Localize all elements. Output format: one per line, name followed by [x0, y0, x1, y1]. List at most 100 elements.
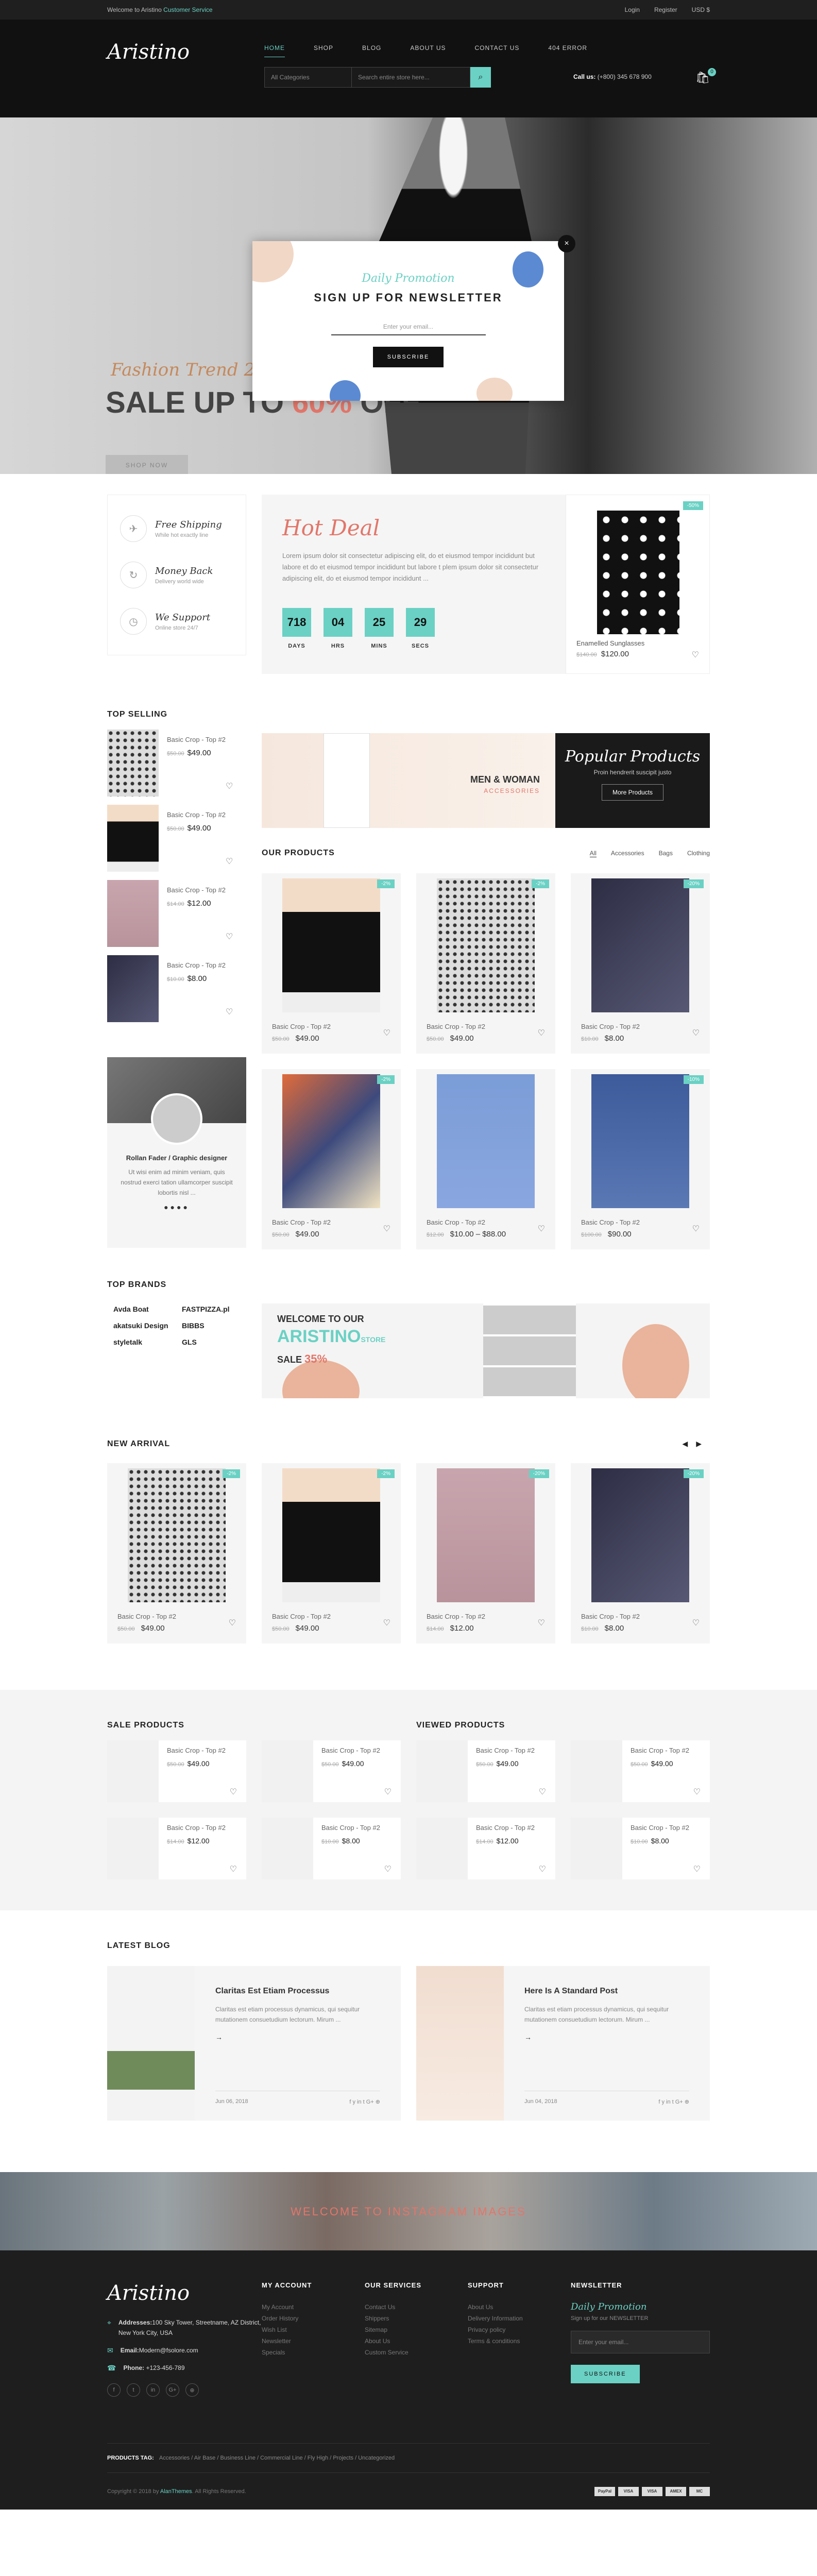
facebook-icon[interactable]: f	[107, 2383, 121, 2397]
product-image[interactable]	[107, 1818, 159, 1879]
brand-logo[interactable]: GLS	[182, 1338, 240, 1346]
footer-link[interactable]: Contact Us	[365, 2301, 468, 2313]
product-image[interactable]	[597, 511, 679, 634]
tab-accessories[interactable]: Accessories	[611, 850, 644, 857]
product-card[interactable]: -20% Basic Crop - Top #2 $10.00 $8.00 ♡	[571, 873, 710, 1054]
next-arrow-icon[interactable]: ▶	[696, 1439, 710, 1448]
tab-clothing[interactable]: Clothing	[687, 850, 710, 857]
list-item[interactable]: Basic Crop - Top #2 $10.00 $8.00 ♡	[571, 1818, 710, 1879]
footer-link[interactable]: Delivery Information	[468, 2313, 571, 2324]
footer-email-input[interactable]: Enter your email...	[571, 2331, 710, 2353]
tab-all[interactable]: All	[589, 850, 597, 857]
footer-link[interactable]: Privacy policy	[468, 2324, 571, 2335]
product-image[interactable]	[262, 1818, 313, 1879]
twitter-icon[interactable]: t	[127, 2383, 140, 2397]
list-item[interactable]: Basic Crop - Top #2 $14.00 $12.00 ♡	[107, 1818, 246, 1879]
wishlist-heart-icon[interactable]: ♡	[693, 1864, 701, 1874]
wishlist-heart-icon[interactable]: ♡	[226, 931, 233, 942]
product-card[interactable]: -2% Basic Crop - Top #2 $50.00 $49.00 ♡	[262, 873, 401, 1054]
wishlist-heart-icon[interactable]: ♡	[383, 1618, 390, 1628]
list-item[interactable]: Basic Crop - Top #2 $14.00 $12.00 ♡	[107, 880, 246, 951]
product-image[interactable]	[107, 730, 159, 796]
brand-logo[interactable]: Avda Boat	[113, 1305, 172, 1313]
wishlist-heart-icon[interactable]: ♡	[383, 1028, 390, 1038]
footer-link[interactable]: Shippers	[365, 2313, 468, 2324]
wishlist-heart-icon[interactable]: ♡	[538, 1224, 545, 1234]
product-card[interactable]: -10% Basic Crop - Top #2 $100.00 $90.00 ♡	[571, 1069, 710, 1249]
share-icons[interactable]: f y in t G+ ⊕	[658, 2098, 689, 2105]
footer-link[interactable]: Custom Service	[365, 2347, 468, 2358]
footer-subscribe-button[interactable]: SUBSCRIBE	[571, 2365, 640, 2383]
wishlist-heart-icon[interactable]: ♡	[384, 1864, 392, 1874]
product-image[interactable]	[416, 1818, 468, 1879]
search-button[interactable]: ⌕	[470, 67, 491, 88]
wishlist-heart-icon[interactable]: ♡	[693, 1787, 701, 1797]
nav-shop[interactable]: Shop	[314, 44, 333, 57]
login-link[interactable]: Login	[625, 6, 640, 13]
footer-link[interactable]: My Account	[262, 2301, 365, 2313]
nav-404[interactable]: 404 Error	[548, 44, 587, 57]
list-item[interactable]: Basic Crop - Top #2 $14.00 $12.00 ♡	[416, 1818, 555, 1879]
wishlist-heart-icon[interactable]: ♡	[692, 1028, 700, 1038]
product-card[interactable]: Basic Crop - Top #2 $12.00 $10.00 – $88.00…	[416, 1069, 555, 1249]
search-input[interactable]: Search entire store here...	[352, 67, 470, 88]
site-logo[interactable]: Aristino	[107, 40, 190, 64]
footer-link[interactable]: About Us	[468, 2301, 571, 2313]
product-card[interactable]: -2% Basic Crop - Top #2 $50.00 $49.00 ♡	[262, 1463, 401, 1643]
wishlist-heart-icon[interactable]: ♡	[226, 781, 233, 791]
footer-link[interactable]: Order History	[262, 2313, 365, 2324]
wishlist-heart-icon[interactable]: ♡	[226, 856, 233, 867]
wishlist-heart-icon[interactable]: ♡	[383, 1224, 390, 1234]
read-more-arrow-icon[interactable]: →	[524, 2033, 689, 2041]
popup-subscribe-button[interactable]: SUBSCRIBE	[372, 347, 444, 367]
welcome-banner[interactable]: WELCOME TO OUR ARISTINOSTORE SALE 35%	[262, 1303, 710, 1398]
footer-link[interactable]: Specials	[262, 2347, 365, 2358]
nav-blog[interactable]: Blog	[362, 44, 381, 57]
blog-title[interactable]: Here Is A Standard Post	[524, 1987, 689, 1996]
customer-service-link[interactable]: Customer Service	[163, 6, 212, 13]
banner-men-woman[interactable]: MEN & WOMAN ACCESSORIES	[262, 733, 555, 828]
register-link[interactable]: Register	[654, 6, 677, 13]
hot-deal-product[interactable]: -50% Enamelled Sunglasses $140.00 $120.00…	[566, 495, 710, 674]
wishlist-heart-icon[interactable]: ♡	[692, 650, 699, 660]
product-image[interactable]	[282, 1074, 380, 1208]
product-card[interactable]: -2% Basic Crop - Top #2 $50.00 $49.00 ♡	[107, 1463, 246, 1643]
product-image[interactable]	[282, 878, 380, 1012]
footer-link[interactable]: Terms & conditions	[468, 2335, 571, 2347]
brand-logo[interactable]: akatsuki Design	[113, 1321, 172, 1330]
product-image[interactable]	[571, 1818, 622, 1879]
product-card[interactable]: -2% Basic Crop - Top #2 $50.00 $49.00 ♡	[416, 873, 555, 1054]
wishlist-heart-icon[interactable]: ♡	[692, 1224, 700, 1234]
footer-link[interactable]: About Us	[365, 2335, 468, 2347]
popup-close-button[interactable]: ×	[558, 235, 575, 252]
product-image[interactable]	[437, 1074, 535, 1208]
prev-arrow-icon[interactable]: ◀	[682, 1439, 696, 1448]
read-more-arrow-icon[interactable]: →	[215, 2033, 380, 2041]
list-item[interactable]: Basic Crop - Top #2 $50.00 $49.00 ♡	[416, 1740, 555, 1802]
popup-email-input[interactable]: Enter your email...	[331, 319, 486, 335]
product-image[interactable]	[591, 878, 689, 1012]
carousel-dots[interactable]: ●●●●	[107, 1203, 246, 1211]
list-item[interactable]: Basic Crop - Top #2 $50.00 $49.00 ♡	[571, 1740, 710, 1802]
list-item[interactable]: Basic Crop - Top #2 $50.00 $49.00 ♡	[107, 730, 246, 801]
search-category-select[interactable]: All Categories	[264, 67, 352, 88]
product-card[interactable]: -2% Basic Crop - Top #2 $50.00 $49.00 ♡	[262, 1069, 401, 1249]
list-item[interactable]: Basic Crop - Top #2 $50.00 $49.00 ♡	[107, 1740, 246, 1802]
wishlist-heart-icon[interactable]: ♡	[538, 1028, 545, 1038]
brand-logo[interactable]: FASTPIZZA.pl	[182, 1305, 240, 1313]
product-image[interactable]	[437, 1468, 535, 1602]
blog-post[interactable]: Here Is A Standard Post Claritas est eti…	[416, 1966, 710, 2121]
nav-home[interactable]: Home	[264, 44, 285, 57]
google-plus-icon[interactable]: G+	[166, 2383, 179, 2397]
product-image[interactable]	[591, 1074, 689, 1208]
list-item[interactable]: Basic Crop - Top #2 $10.00 $8.00 ♡	[107, 955, 246, 1026]
product-image[interactable]	[282, 1468, 380, 1602]
blog-image[interactable]	[107, 1966, 195, 2121]
linkedin-icon[interactable]: in	[146, 2383, 160, 2397]
tag-links[interactable]: Accessories / Air Base / Business Line /…	[159, 2455, 395, 2461]
dribbble-icon[interactable]: ⊕	[185, 2383, 199, 2397]
brand-logo[interactable]: BIBBS	[182, 1321, 240, 1330]
list-item[interactable]: Basic Crop - Top #2 $50.00 $49.00 ♡	[107, 805, 246, 876]
product-name[interactable]: Enamelled Sunglasses	[576, 639, 644, 647]
product-image[interactable]	[107, 805, 159, 872]
